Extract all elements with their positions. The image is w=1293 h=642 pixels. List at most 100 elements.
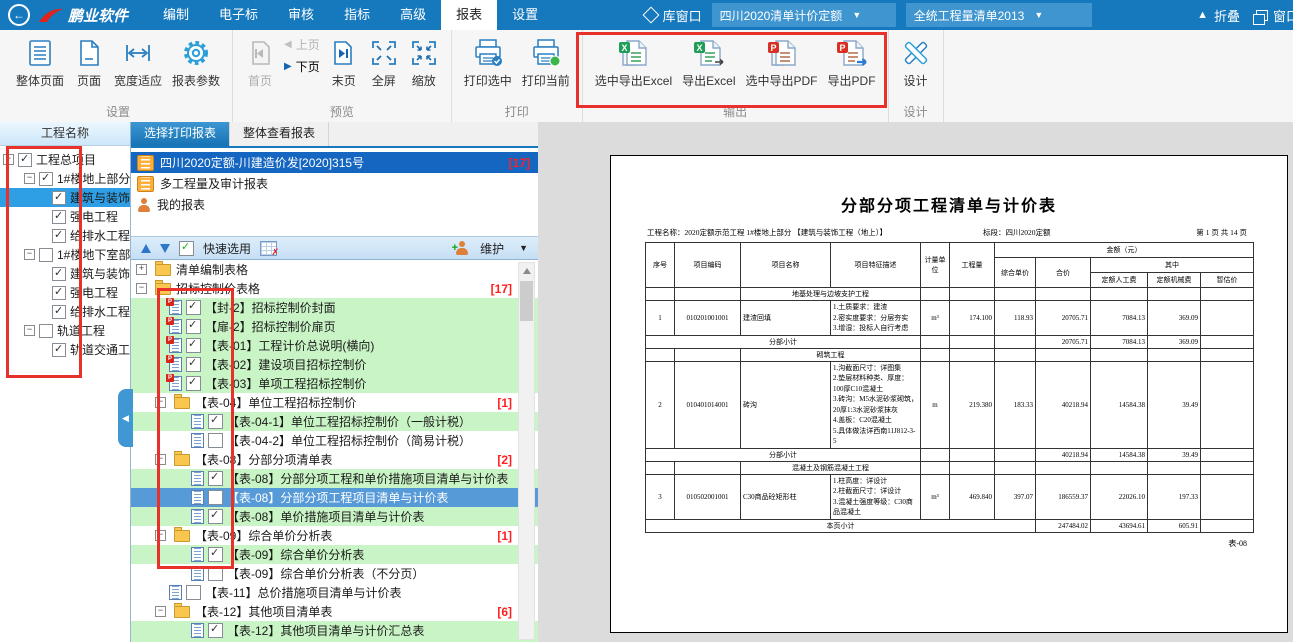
scrollbar-thumb[interactable] [520, 281, 533, 321]
fit-width-button[interactable]: 宽度适应 [109, 32, 167, 91]
report-tree-item[interactable]: 【封-2】招标控制价封面 [131, 298, 538, 317]
tree-scrollbar[interactable] [518, 262, 535, 640]
report-params-button[interactable]: 报表参数 [167, 32, 225, 91]
collapse-panel-handle[interactable]: ◀ [118, 389, 133, 447]
sidebar-tree-item[interactable]: 给排水工程 [0, 302, 130, 321]
tab-view-all-reports[interactable]: 整体查看报表 [230, 122, 329, 146]
report-tree-item[interactable]: 【表-12】其他项目清单与计价汇总表 [131, 621, 538, 640]
expander-icon[interactable]: − [155, 397, 166, 408]
save-selection-icon[interactable] [260, 241, 277, 256]
expander-icon[interactable]: − [155, 454, 166, 465]
expander-icon[interactable]: − [155, 606, 166, 617]
tree-checkbox[interactable] [52, 229, 66, 243]
whole-page-button[interactable]: 整体页面 [11, 32, 69, 91]
report-tree-item[interactable]: 【扉-2】招标控制价扉页 [131, 317, 538, 336]
quota-dropdown[interactable]: 四川2020清单计价定额 ▼ [712, 3, 896, 27]
report-folder-item[interactable]: +清单编制表格 [131, 260, 538, 279]
quick-select-icon[interactable] [179, 241, 194, 256]
report-tree-item[interactable]: 【表-04-1】单位工程招标控制价（一般计税） [131, 412, 538, 431]
sidebar-tree-item[interactable]: 给排水工程 [0, 226, 130, 245]
quick-select-label[interactable]: 快速选用 [203, 240, 251, 257]
report-checkbox[interactable] [186, 376, 201, 391]
sidebar-tree-item[interactable]: 建筑与装饰 [0, 264, 130, 283]
report-checkbox[interactable] [208, 414, 223, 429]
report-tree-item[interactable]: 【表-02】建设项目招标控制价 [131, 355, 538, 374]
export-pdf-button[interactable]: P 导出PDF [823, 32, 881, 91]
expander-icon[interactable]: − [24, 173, 35, 184]
menu-item[interactable]: 指标 [329, 0, 385, 30]
menu-item[interactable]: 编制 [148, 0, 204, 30]
report-checkbox[interactable] [186, 319, 201, 334]
sidebar-tree-item[interactable]: 建筑与装饰 [0, 188, 130, 207]
chevron-down-icon[interactable]: ▼ [519, 243, 528, 253]
tree-checkbox[interactable] [39, 324, 53, 338]
report-checkbox[interactable] [186, 300, 201, 315]
tree-checkbox[interactable] [18, 153, 32, 167]
report-tree-item[interactable]: 【表-01】工程计价总说明(横向) [131, 336, 538, 355]
expander-icon[interactable]: − [24, 325, 35, 336]
sidebar-tree-item[interactable]: 轨道交通工程 [0, 340, 130, 359]
zoom-button[interactable]: 缩放 [404, 32, 444, 91]
back-icon[interactable]: ← [8, 4, 30, 26]
design-button[interactable]: 设计 [896, 32, 936, 91]
menu-item[interactable]: 电子标 [204, 0, 273, 30]
report-checkbox[interactable] [208, 433, 223, 448]
expander-icon[interactable]: − [3, 154, 14, 165]
window-label[interactable]: 窗口 [1273, 6, 1293, 25]
export-excel-button[interactable]: X 导出Excel [677, 32, 740, 91]
first-page-button[interactable]: 首页 [240, 32, 280, 91]
maintain-button[interactable]: + 维护 ▼ [452, 240, 528, 257]
report-tree-item[interactable]: 【表-03】单项工程招标控制价 [131, 374, 538, 393]
tree-checkbox[interactable] [39, 248, 53, 262]
list-standard-dropdown[interactable]: 全统工程量清单2013 ▼ [906, 3, 1092, 27]
report-checkbox[interactable] [208, 566, 223, 581]
expander-icon[interactable]: − [155, 530, 166, 541]
sidebar-tree-item[interactable]: −工程总项目 [0, 150, 130, 169]
tree-checkbox[interactable] [52, 286, 66, 300]
sidebar-tree-item[interactable]: −1#楼地下室部分 [0, 245, 130, 264]
menu-item[interactable]: 高级 [385, 0, 441, 30]
library-window[interactable]: 库窗口 [645, 6, 702, 25]
tree-checkbox[interactable] [39, 172, 53, 186]
report-folder-item[interactable]: −【表-12】其他项目清单表[6] [131, 602, 538, 621]
export-selected-excel-button[interactable]: X 选中导出Excel [590, 32, 677, 91]
report-folder-item[interactable]: −招标控制价表格[17] [131, 279, 538, 298]
report-group-item[interactable]: 四川2020定额-川建造价发[2020]315号[17] [131, 152, 538, 173]
sidebar-tree-item[interactable]: 强电工程 [0, 283, 130, 302]
report-checkbox[interactable] [208, 623, 223, 638]
menu-item[interactable]: 报表 [441, 0, 497, 30]
menu-item[interactable]: 审核 [273, 0, 329, 30]
report-group-item[interactable]: 我的报表 [131, 194, 538, 215]
tree-checkbox[interactable] [52, 210, 66, 224]
report-checkbox[interactable] [208, 509, 223, 524]
report-tree-item[interactable]: 【表-08】单价措施项目清单与计价表 [131, 507, 538, 526]
print-selected-button[interactable]: 打印选中 [459, 32, 517, 91]
report-checkbox[interactable] [186, 357, 201, 372]
report-tree-item[interactable]: 【表-04-2】单位工程招标控制价（简易计税） [131, 431, 538, 450]
expander-icon[interactable]: + [136, 264, 147, 275]
report-tree-item[interactable]: 【表-08】分部分项工程项目清单与计价表 [131, 488, 538, 507]
tree-checkbox[interactable] [52, 267, 66, 281]
fullscreen-button[interactable]: 全屏 [364, 32, 404, 91]
scroll-up-icon[interactable] [523, 268, 531, 274]
report-checkbox[interactable] [208, 471, 223, 486]
report-tree-item[interactable]: 【表-11】总价措施项目清单与计价表 [131, 583, 538, 602]
report-group-item[interactable]: 多工程量及审计报表 [131, 173, 538, 194]
report-tree-item[interactable]: 【表-09】综合单价分析表 [131, 545, 538, 564]
move-up-icon[interactable] [141, 244, 151, 253]
menu-item[interactable]: 设置 [497, 0, 553, 30]
next-page-button[interactable]: ▶下页 [284, 58, 320, 75]
tree-checkbox[interactable] [52, 305, 66, 319]
move-down-icon[interactable] [160, 244, 170, 253]
sidebar-tree-item[interactable]: −1#楼地上部分 [0, 169, 130, 188]
export-selected-pdf-button[interactable]: P 选中导出PDF [741, 32, 823, 91]
print-current-button[interactable]: 打印当前 [517, 32, 575, 91]
expander-icon[interactable]: − [136, 283, 147, 294]
report-tree-item[interactable]: 【表-08】分部分项工程和单价措施项目清单与计价表 [131, 469, 538, 488]
page-button[interactable]: 页面 [69, 32, 109, 91]
collapse-icon[interactable]: ▲ [1197, 9, 1208, 21]
collapse-label[interactable]: 折叠 [1214, 6, 1240, 25]
report-folder-item[interactable]: −【表-08】分部分项清单表[2] [131, 450, 538, 469]
last-page-button[interactable]: 末页 [324, 32, 364, 91]
prev-page-button[interactable]: ◀上页 [284, 36, 320, 53]
